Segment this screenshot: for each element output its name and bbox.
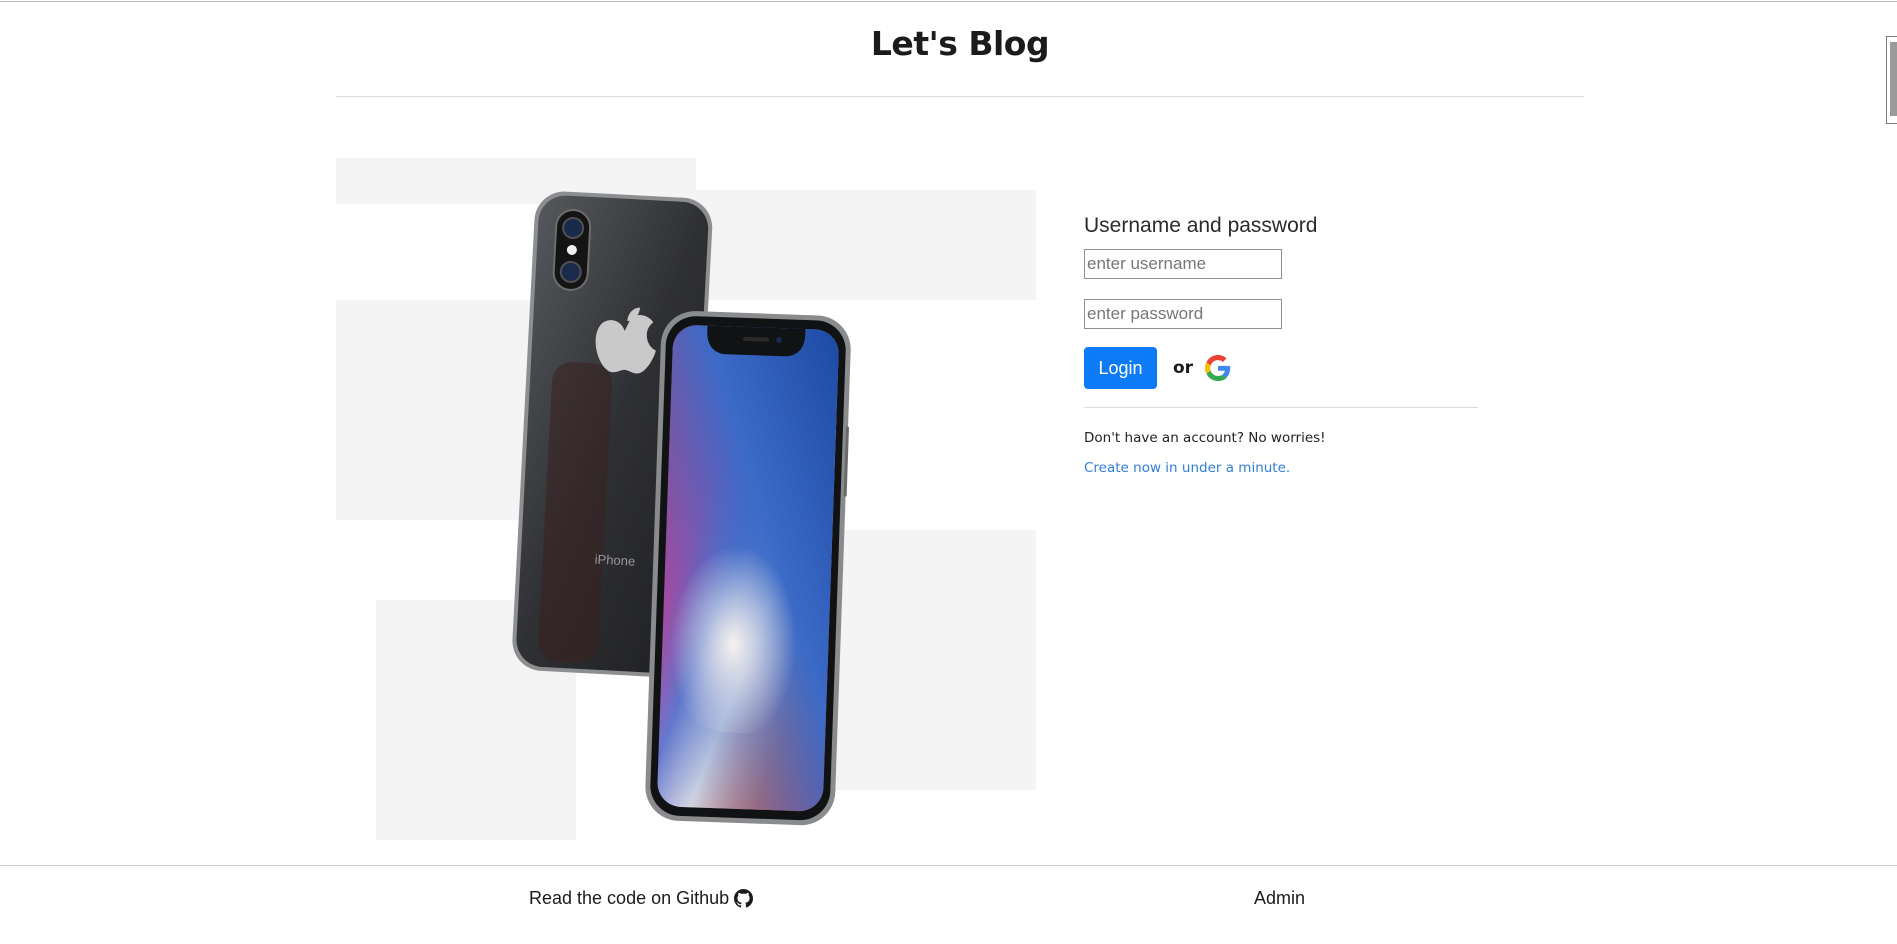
login-button[interactable]: Login bbox=[1084, 347, 1157, 389]
github-link[interactable]: Read the code on Github bbox=[529, 888, 754, 909]
scrollbar-handle[interactable] bbox=[1886, 36, 1897, 124]
password-input[interactable] bbox=[1084, 299, 1282, 329]
or-separator: or bbox=[1173, 358, 1194, 378]
site-brand[interactable]: Let's Blog bbox=[336, 24, 1584, 63]
github-icon bbox=[734, 889, 754, 908]
github-link-label: Read the code on Github bbox=[529, 888, 730, 908]
site-header: Let's Blog bbox=[336, 0, 1584, 97]
username-input[interactable] bbox=[1084, 249, 1282, 279]
login-actions: Login or bbox=[1084, 347, 1478, 389]
login-panel: Username and password Login or Don't hav… bbox=[1084, 214, 1478, 476]
signup-link[interactable]: Create now in under a minute. bbox=[1084, 460, 1290, 476]
login-divider bbox=[1084, 407, 1478, 408]
google-icon[interactable] bbox=[1205, 355, 1231, 381]
signup-note: Don't have an account? No worries! bbox=[1084, 430, 1326, 446]
site-footer: Read the code on Github Admin bbox=[0, 865, 1897, 944]
hero-illustration: iPhone bbox=[336, 150, 1046, 866]
hero-brand-mark: iPhone bbox=[594, 552, 635, 569]
login-heading: Username and password bbox=[1084, 214, 1318, 237]
iphone-illustration: iPhone bbox=[336, 150, 1046, 866]
admin-link[interactable]: Admin bbox=[1254, 888, 1305, 909]
